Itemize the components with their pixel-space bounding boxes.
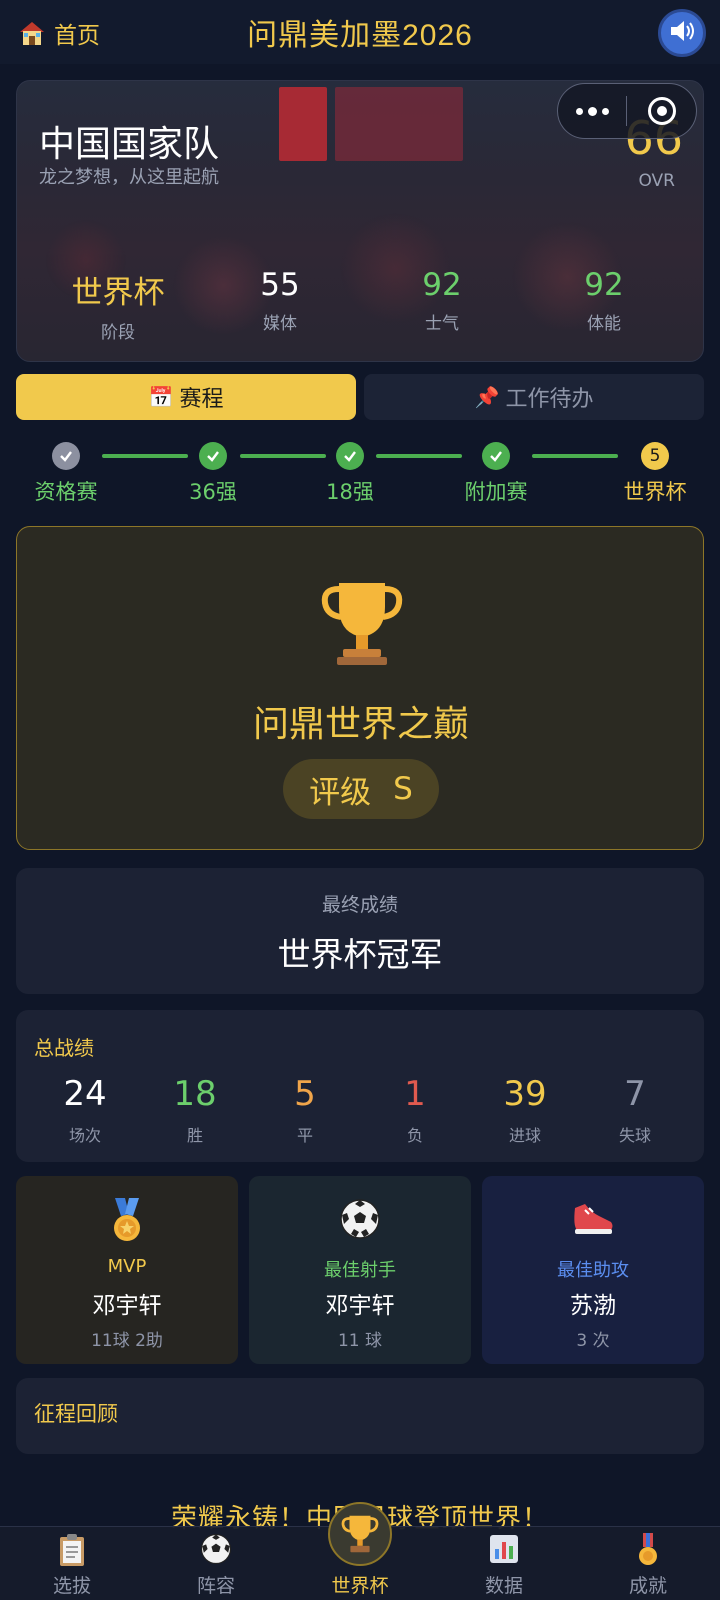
final-result-card: 最终成绩 世界杯冠军	[16, 868, 704, 994]
award-card-top-scorer[interactable]: 最佳射手 邓宇轩 11 球	[249, 1176, 471, 1364]
progress-line	[376, 454, 462, 458]
step-label: 世界杯	[623, 480, 687, 504]
stat-morale: 92 士气	[422, 267, 462, 334]
nav-label: 阵容	[196, 1575, 235, 1597]
tab-schedule-label: 赛程	[179, 387, 224, 412]
record-goals-against: 7 失球	[618, 1074, 651, 1145]
pushpin-icon: 📌	[474, 385, 500, 409]
award-card-top-assist[interactable]: 最佳助攻 苏渤 3 次	[482, 1176, 704, 1364]
grade-value: S	[393, 771, 413, 807]
nav-item-selection[interactable]: 选拔	[0, 1527, 144, 1600]
award-player-name: 邓宇轩	[325, 1293, 395, 1319]
nav-item-data[interactable]: 数据	[432, 1527, 576, 1600]
step-check-icon	[52, 442, 80, 470]
record-losses: 1 负	[404, 1074, 426, 1145]
team-stats: 世界杯 阶段 55 媒体 92 士气 92 体能	[17, 267, 703, 343]
final-result-label: 最终成绩	[321, 894, 398, 916]
record-title: 总战绩	[34, 1036, 94, 1060]
nav-item-lineup[interactable]: 阵容	[144, 1527, 288, 1600]
step-check-icon	[482, 442, 510, 470]
nav-label: 成就	[628, 1575, 667, 1597]
step-label: 附加赛	[464, 480, 528, 504]
speaker-icon	[667, 16, 697, 50]
record-stats: 24 场次 18 胜 5 平 1 负 39 进球 7 失球	[30, 1074, 690, 1146]
team-slogan: 龙之梦想，从这里起航	[39, 167, 219, 188]
stat-stamina: 92 体能	[584, 267, 624, 334]
ovr-label: OVR	[638, 171, 675, 191]
calendar-icon: 📅	[148, 385, 174, 409]
top-bar: 首页 问鼎美加墨2026	[0, 0, 720, 64]
stat-stage: 世界杯 阶段	[71, 275, 165, 343]
bar-chart-icon	[432, 1533, 576, 1567]
close-miniprogram-button[interactable]	[627, 97, 696, 125]
award-card-mvp[interactable]: MVP 邓宇轩 11球 2助	[16, 1176, 238, 1364]
grade-label: 评级	[309, 774, 372, 811]
trophy-icon	[319, 577, 405, 669]
medal-icon	[576, 1533, 720, 1567]
tab-todo[interactable]: 📌 工作待办	[364, 374, 704, 420]
trophy-icon[interactable]	[328, 1502, 392, 1566]
page-title: 问鼎美加墨2026	[247, 19, 473, 52]
step-check-icon	[199, 442, 227, 470]
progress-line	[240, 454, 326, 458]
award-player-name: 苏渤	[570, 1293, 616, 1319]
more-button[interactable]	[558, 84, 626, 138]
home-button[interactable]: 首页	[18, 17, 100, 49]
achievement-card: 问鼎世界之巅 评级 S	[16, 526, 704, 850]
nav-label: 数据	[484, 1575, 523, 1597]
home-label: 首页	[54, 23, 100, 49]
overall-record-card: 总战绩 24 场次 18 胜 5 平 1 负 39 进球 7 失球	[16, 1010, 704, 1162]
medal-icon	[16, 1198, 238, 1242]
tab-schedule[interactable]: 📅 赛程	[16, 374, 356, 420]
progress-line	[102, 454, 188, 458]
sound-toggle-button[interactable]	[658, 9, 706, 57]
team-card: 中国国家队 龙之梦想，从这里起航 66 OVR 世界杯 阶段 55 媒体 92 …	[16, 80, 704, 362]
record-wins: 18 胜	[173, 1074, 217, 1145]
banner-image-secondary	[335, 87, 463, 161]
achievement-title: 问鼎世界之巅	[252, 704, 469, 745]
award-detail: 11球 2助	[91, 1331, 163, 1351]
award-title: 最佳助攻	[557, 1260, 629, 1281]
house-icon	[18, 19, 46, 47]
soccer-ball-icon	[249, 1198, 471, 1242]
stage-progress: 5 资格赛 36强 18强 附加赛 世界杯	[0, 436, 720, 506]
step-label: 资格赛	[34, 480, 98, 504]
progress-line	[532, 454, 618, 458]
nav-item-achievements[interactable]: 成就	[576, 1527, 720, 1600]
tab-todo-label: 工作待办	[505, 387, 594, 412]
final-result-value: 世界杯冠军	[277, 935, 443, 974]
award-title: 最佳射手	[324, 1260, 396, 1281]
step-check-icon	[336, 442, 364, 470]
step-label: 36强	[189, 480, 237, 504]
award-detail: 11 球	[337, 1331, 383, 1351]
shoe-icon	[482, 1198, 704, 1242]
nav-label: 世界杯	[331, 1575, 389, 1597]
step-label: 18强	[326, 480, 374, 504]
step-current-number: 5	[641, 442, 669, 470]
clipboard-icon	[0, 1533, 144, 1567]
banner-image	[279, 87, 327, 161]
miniprogram-capsule	[557, 83, 697, 139]
award-player-name: 邓宇轩	[92, 1293, 162, 1319]
grade-badge: 评级 S	[283, 759, 439, 819]
stat-media: 55 媒体	[260, 267, 300, 334]
more-icon	[575, 107, 583, 115]
record-draws: 5 平	[294, 1074, 316, 1145]
team-name: 中国国家队	[39, 123, 220, 164]
journey-title: 征程回顾	[34, 1402, 118, 1426]
award-title: MVP	[107, 1256, 147, 1277]
record-matches: 24 场次	[63, 1074, 107, 1145]
soccer-ball-icon	[144, 1533, 288, 1567]
record-goals-for: 39 进球	[503, 1074, 547, 1145]
nav-label: 选拔	[52, 1575, 91, 1597]
journey-review-card[interactable]: 征程回顾	[16, 1378, 704, 1454]
award-detail: 3 次	[576, 1331, 610, 1351]
target-icon	[647, 97, 676, 125]
